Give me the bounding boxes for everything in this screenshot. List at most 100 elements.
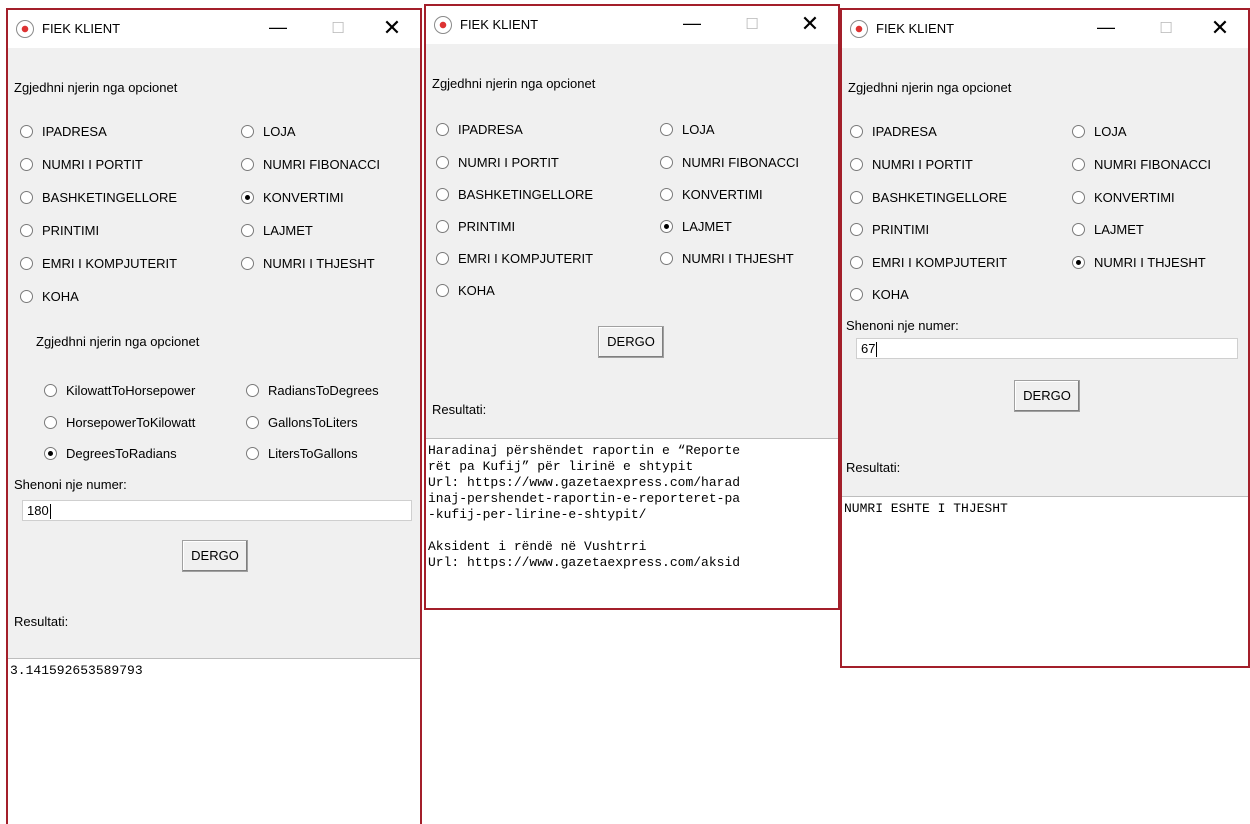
radio-lajmet[interactable]: LAJMET (1072, 222, 1144, 237)
close-button[interactable]: ✕ (788, 6, 832, 44)
radio-indicator (1072, 256, 1085, 269)
radio-label: RadiansToDegrees (268, 383, 379, 398)
maximize-button[interactable]: ☐ (730, 6, 774, 44)
radio-printimi[interactable]: PRINTIMI (20, 223, 99, 238)
radio-printimi[interactable]: PRINTIMI (850, 222, 929, 237)
radio-numri-fibonacci[interactable]: NUMRI FIBONACCI (1072, 157, 1211, 172)
number-input-label: Shenoni nje numer: (14, 477, 127, 492)
radio-koha[interactable]: KOHA (436, 283, 495, 298)
radio-printimi[interactable]: PRINTIMI (436, 219, 515, 234)
radio-indicator (20, 158, 33, 171)
radio-label: BASHKETINGELLORE (42, 190, 178, 205)
dergo-button[interactable]: DERGO (598, 326, 664, 358)
radio-indicator (1072, 158, 1085, 171)
radio-indicator (436, 123, 449, 136)
number-input[interactable]: 180 (22, 500, 412, 521)
radio-ipadresa[interactable]: IPADRESA (20, 124, 107, 139)
radio-indicator (241, 224, 254, 237)
radio-label: LAJMET (263, 223, 313, 238)
result-label: Resultati: (14, 614, 69, 629)
radio-numri-i-portit[interactable]: NUMRI I PORTIT (20, 157, 143, 172)
minimize-button[interactable]: — (1084, 10, 1128, 48)
result-label: Resultati: (846, 460, 901, 475)
radio-label: NUMRI I PORTIT (458, 155, 559, 170)
radio-indicator (850, 191, 863, 204)
radio-lajmet[interactable]: LAJMET (660, 219, 732, 234)
radio-label: EMRI I KOMPJUTERIT (872, 255, 1008, 270)
radio-konvertimi[interactable]: KONVERTIMI (241, 190, 344, 205)
number-input-value: 180 (27, 503, 49, 518)
radio-emri-i-kompjuterit[interactable]: EMRI I KOMPJUTERIT (850, 255, 1007, 270)
radio-indicator (660, 188, 673, 201)
radio-indicator (1072, 191, 1085, 204)
radio-ipadresa[interactable]: IPADRESA (436, 122, 523, 137)
radio-radians-to-degrees[interactable]: RadiansToDegrees (246, 383, 379, 398)
minimize-button[interactable]: — (256, 10, 300, 48)
radio-koha[interactable]: KOHA (20, 289, 79, 304)
radio-horsepower-to-kilowatt[interactable]: HorsepowerToKilowatt (44, 415, 195, 430)
radio-indicator (436, 284, 449, 297)
radio-bashketingellore[interactable]: BASHKETINGELLORE (850, 190, 1007, 205)
radio-emri-i-kompjuterit[interactable]: EMRI I KOMPJUTERIT (436, 251, 593, 266)
dergo-button[interactable]: DERGO (1014, 380, 1080, 412)
radio-indicator (241, 257, 254, 270)
radio-label: PRINTIMI (458, 219, 516, 234)
number-input[interactable]: 67 (856, 338, 1238, 359)
maximize-button[interactable]: ☐ (1144, 10, 1188, 48)
radio-loja[interactable]: LOJA (660, 122, 715, 137)
radio-bashketingellore[interactable]: BASHKETINGELLORE (20, 190, 177, 205)
dergo-button[interactable]: DERGO (182, 540, 248, 572)
radio-lajmet[interactable]: LAJMET (241, 223, 313, 238)
radio-numri-i-portit[interactable]: NUMRI I PORTIT (436, 155, 559, 170)
radio-label: KONVERTIMI (263, 190, 344, 205)
result-text-area[interactable]: 3.141592653589793 (8, 658, 420, 824)
radio-koha[interactable]: KOHA (850, 287, 909, 302)
radio-numri-i-thjesht[interactable]: NUMRI I THJESHT (660, 251, 794, 266)
radio-bashketingellore[interactable]: BASHKETINGELLORE (436, 187, 593, 202)
radio-indicator (241, 158, 254, 171)
app-icon (434, 16, 452, 34)
close-button[interactable]: ✕ (1198, 10, 1242, 48)
radio-label: KONVERTIMI (1094, 190, 1175, 205)
radio-indicator (246, 384, 259, 397)
window-title: FIEK KLIENT (42, 21, 121, 36)
maximize-button[interactable]: ☐ (316, 10, 360, 48)
radio-label: HorsepowerToKilowatt (66, 415, 196, 430)
radio-numri-i-thjesht[interactable]: NUMRI I THJESHT (241, 256, 375, 271)
radio-loja[interactable]: LOJA (241, 124, 296, 139)
radio-numri-fibonacci[interactable]: NUMRI FIBONACCI (660, 155, 799, 170)
radio-indicator (20, 224, 33, 237)
title-bar[interactable]: FIEK KLIENT — ☐ ✕ (842, 10, 1248, 48)
radio-indicator (850, 223, 863, 236)
radio-indicator (850, 256, 863, 269)
radio-numri-fibonacci[interactable]: NUMRI FIBONACCI (241, 157, 380, 172)
title-bar[interactable]: FIEK KLIENT — ☐ ✕ (426, 6, 838, 44)
radio-indicator (20, 191, 33, 204)
radio-label: KONVERTIMI (682, 187, 763, 202)
radio-numri-i-thjesht[interactable]: NUMRI I THJESHT (1072, 255, 1206, 270)
title-bar[interactable]: FIEK KLIENT — ☐ ✕ (8, 10, 420, 48)
radio-label: NUMRI I THJESHT (1094, 255, 1206, 270)
minimize-button[interactable]: — (670, 6, 714, 44)
radio-ipadresa[interactable]: IPADRESA (850, 124, 937, 139)
number-input-label: Shenoni nje numer: (846, 318, 959, 333)
radio-kilowatt-to-horsepower[interactable]: KilowattToHorsepower (44, 383, 195, 398)
radio-gallons-to-liters[interactable]: GallonsToLiters (246, 415, 358, 430)
radio-indicator (44, 447, 57, 460)
radio-numri-i-portit[interactable]: NUMRI I PORTIT (850, 157, 973, 172)
radio-liters-to-gallons[interactable]: LitersToGallons (246, 446, 358, 461)
radio-label: NUMRI FIBONACCI (1094, 157, 1211, 172)
radio-indicator (660, 123, 673, 136)
radio-konvertimi[interactable]: KONVERTIMI (1072, 190, 1175, 205)
radio-label: NUMRI I PORTIT (872, 157, 973, 172)
close-button[interactable]: ✕ (370, 10, 414, 48)
radio-emri-i-kompjuterit[interactable]: EMRI I KOMPJUTERIT (20, 256, 177, 271)
radio-label: NUMRI FIBONACCI (682, 155, 799, 170)
radio-degrees-to-radians[interactable]: DegreesToRadians (44, 446, 177, 461)
radio-konvertimi[interactable]: KONVERTIMI (660, 187, 763, 202)
radio-loja[interactable]: LOJA (1072, 124, 1127, 139)
result-text-area[interactable]: NUMRI ESHTE I THJESHT (842, 496, 1248, 666)
radio-indicator (241, 125, 254, 138)
radio-label: KOHA (42, 289, 79, 304)
result-text-area[interactable]: Haradinaj përshëndet raportin e “Reporte… (426, 438, 838, 608)
